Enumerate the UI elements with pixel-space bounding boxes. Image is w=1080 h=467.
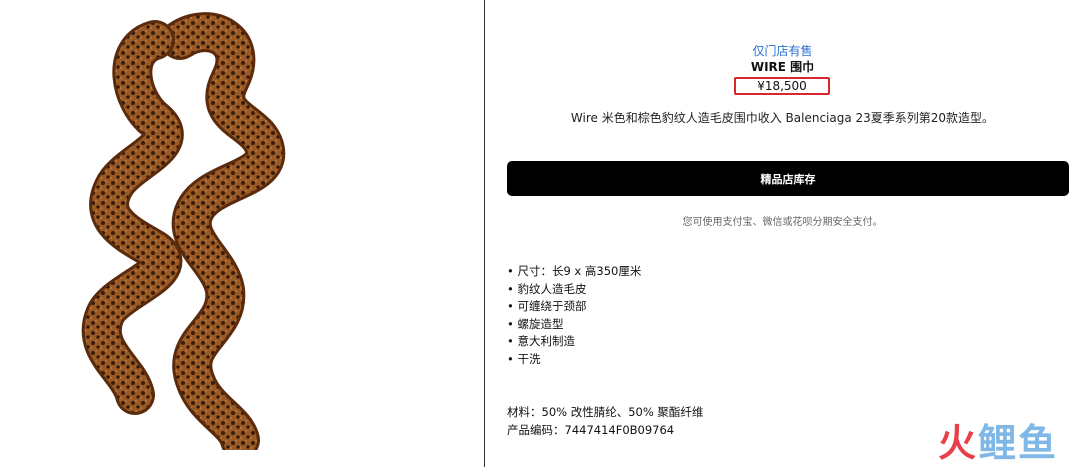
- feature-item: 尺寸：长9 x 高350厘米: [507, 263, 641, 281]
- product-code: 产品编码：7447414F0B09764: [507, 423, 675, 437]
- watermark-char-2: 鲤: [977, 421, 1018, 465]
- product-page: 仅门店有售 WIRE 围巾 ¥18,500 Wire 米色和棕色豹纹人造毛皮围巾…: [0, 0, 1080, 467]
- product-description: Wire 米色和棕色豹纹人造毛皮围巾收入 Balenciaga 23夏季系列第2…: [570, 111, 995, 125]
- feature-item: 豹纹人造毛皮: [507, 281, 641, 299]
- product-title: WIRE 围巾: [750, 60, 815, 74]
- product-image-pane: [0, 0, 484, 467]
- product-details-pane: 仅门店有售 WIRE 围巾 ¥18,500 Wire 米色和棕色豹纹人造毛皮围巾…: [485, 0, 1080, 467]
- watermark-char-3: 鱼: [1017, 421, 1058, 465]
- boutique-stock-button[interactable]: 精品店库存: [507, 161, 1069, 196]
- feature-item: 意大利制造: [507, 333, 641, 351]
- feature-item: 可缠绕于颈部: [507, 298, 641, 316]
- leopard-fur-spiral-scarf-image: [81, 12, 286, 450]
- watermark-char-1: 火: [937, 421, 978, 465]
- feature-item: 干洗: [507, 351, 641, 369]
- product-features-list: 尺寸：长9 x 高350厘米 豹纹人造毛皮 可缠绕于颈部 螺旋造型 意大利制造 …: [507, 263, 641, 368]
- product-price: ¥18,500: [734, 77, 830, 95]
- product-materials-block: 材料：50% 改性腈纶、50% 聚酯纤维 产品编码：7447414F0B0976…: [507, 403, 703, 439]
- feature-item: 螺旋造型: [507, 316, 641, 334]
- store-only-availability-link[interactable]: 仅门店有售: [485, 42, 1080, 59]
- watermark-logo: 火鲤鱼: [938, 420, 1058, 466]
- material-composition: 材料：50% 改性腈纶、50% 聚酯纤维: [507, 405, 704, 419]
- payment-note: 您可使用支付宝、微信或花呗分期安全支付。: [682, 217, 883, 228]
